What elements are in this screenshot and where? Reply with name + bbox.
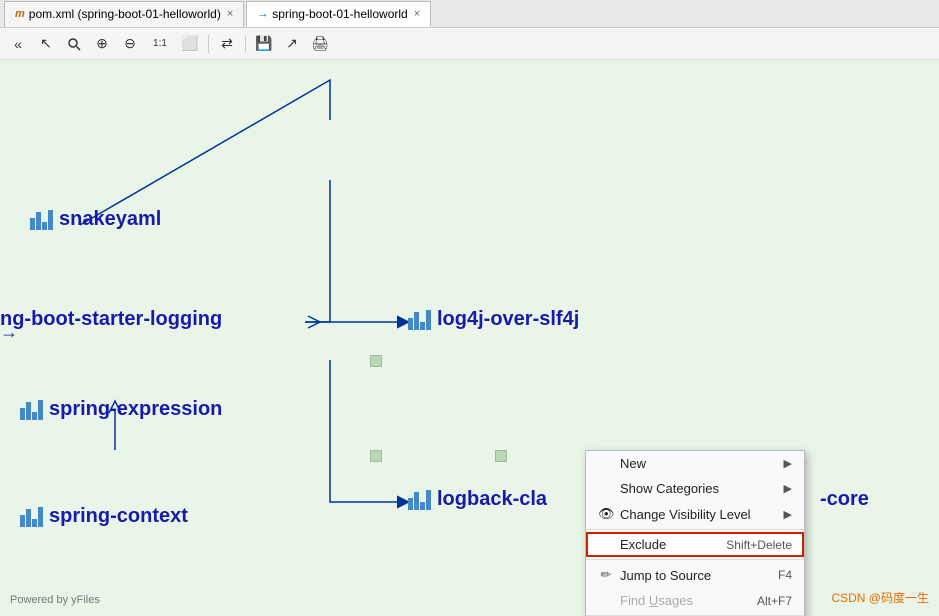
menu-jump-label: Jump to Source (620, 568, 711, 583)
menu-item-change-visibility[interactable]: 👁 Change Visibility Level ▶ (586, 501, 804, 527)
toolbar-btn-share[interactable]: ⇄ (215, 32, 239, 56)
node-spring-expression-icon (20, 400, 43, 420)
node-box-1 (370, 355, 382, 367)
diagram-area[interactable]: → snakeyaml ng-boot-starter-logging log4… (0, 60, 939, 616)
tab-pom-close[interactable]: × (227, 8, 233, 20)
watermark-label: CSDN @码度一生 (831, 589, 929, 606)
menu-exclude-label: Exclude (620, 537, 666, 552)
tab-pom-xml[interactable]: m pom.xml (spring-boot-01-helloworld) × (4, 1, 244, 27)
node-log4j[interactable]: log4j-over-slf4j (408, 308, 579, 331)
node-snakeyaml-label: snakeyaml (59, 208, 161, 231)
menu-find-label: Find Usages (620, 593, 693, 608)
powered-by-label: Powered by yFiles (10, 594, 100, 606)
toolbar-btn-search[interactable] (62, 32, 86, 56)
toolbar: « ↖ ⊕ ⊖ 1:1 ⬜ ⇄ 💾 ↗ 🖨 (0, 28, 939, 60)
toolbar-btn-print[interactable]: 🖨 (308, 32, 332, 56)
node-logback-label: logback-cla (437, 488, 547, 511)
node-spring-context-label: spring-context (49, 505, 188, 528)
menu-item-show-categories[interactable]: Show Categories ▶ (586, 476, 804, 501)
tab-spring-close[interactable]: × (414, 8, 420, 20)
toolbar-btn-zoom-out[interactable]: ⊖ (118, 32, 142, 56)
menu-item-exclude[interactable]: Exclude Shift+Delete (586, 532, 804, 557)
node-spring-expression[interactable]: spring-expression (20, 398, 222, 421)
node-box-2 (370, 450, 382, 462)
menu-item-find-usages: Find Usages Alt+F7 (586, 588, 804, 613)
menu-show-categories-label: Show Categories (620, 481, 719, 496)
node-snakeyaml[interactable]: snakeyaml (30, 208, 161, 231)
menu-change-visibility-arrow: ▶ (784, 508, 792, 521)
node-box-3 (495, 450, 507, 462)
menu-item-jump-to-source[interactable]: ✏ Jump to Source F4 (586, 562, 804, 588)
tab-pom-label: pom.xml (spring-boot-01-helloworld) (29, 7, 221, 21)
node-ng-boot-label: ng-boot-starter-logging (0, 308, 222, 331)
menu-jump-icon: ✏ (598, 567, 614, 583)
menu-new-label: New (620, 456, 646, 471)
node-core-label: -core (820, 488, 869, 511)
node-spring-context[interactable]: spring-context (20, 505, 188, 528)
tab-spring-icon: → (257, 8, 268, 20)
node-logback[interactable]: logback-cla (408, 488, 547, 511)
tab-bar: m pom.xml (spring-boot-01-helloworld) × … (0, 0, 939, 28)
node-core[interactable]: -core (820, 488, 869, 511)
node-spring-expression-label: spring-expression (49, 398, 222, 421)
node-logback-icon (408, 490, 431, 510)
toolbar-btn-export[interactable]: ↗ (280, 32, 304, 56)
menu-separator-1 (586, 529, 804, 530)
menu-jump-shortcut: F4 (758, 568, 792, 582)
toolbar-btn-fit-page[interactable]: ⬜ (178, 32, 202, 56)
menu-exclude-shortcut: Shift+Delete (706, 538, 792, 552)
node-log4j-icon (408, 310, 431, 330)
toolbar-btn-save[interactable]: 💾 (252, 32, 276, 56)
menu-item-new[interactable]: New ▶ (586, 451, 804, 476)
menu-new-arrow: ▶ (784, 457, 792, 470)
tab-pom-icon: m (15, 8, 25, 20)
menu-change-visibility-label: Change Visibility Level (620, 507, 751, 522)
toolbar-btn-zoom-in-circle[interactable]: ⊕ (90, 32, 114, 56)
toolbar-separator-1 (208, 35, 209, 53)
node-ng-boot-starter-logging[interactable]: ng-boot-starter-logging (0, 308, 222, 331)
toolbar-btn-actual-size[interactable]: 1:1 (146, 32, 174, 56)
menu-find-shortcut: Alt+F7 (737, 594, 792, 608)
menu-show-categories-arrow: ▶ (784, 482, 792, 495)
menu-separator-2 (586, 559, 804, 560)
node-log4j-label: log4j-over-slf4j (437, 308, 579, 331)
node-snakeyaml-icon (30, 210, 53, 230)
toolbar-separator-2 (245, 35, 246, 53)
tab-spring-boot[interactable]: → spring-boot-01-helloworld × (246, 1, 431, 27)
node-spring-context-icon (20, 507, 43, 527)
toolbar-btn-fit[interactable]: ↖ (34, 32, 58, 56)
menu-visibility-icon: 👁 (598, 506, 614, 522)
tab-spring-label: spring-boot-01-helloworld (272, 7, 407, 21)
context-menu: New ▶ Show Categories ▶ 👁 Change Visibil… (585, 450, 805, 616)
toolbar-btn-collapse[interactable]: « (6, 32, 30, 56)
